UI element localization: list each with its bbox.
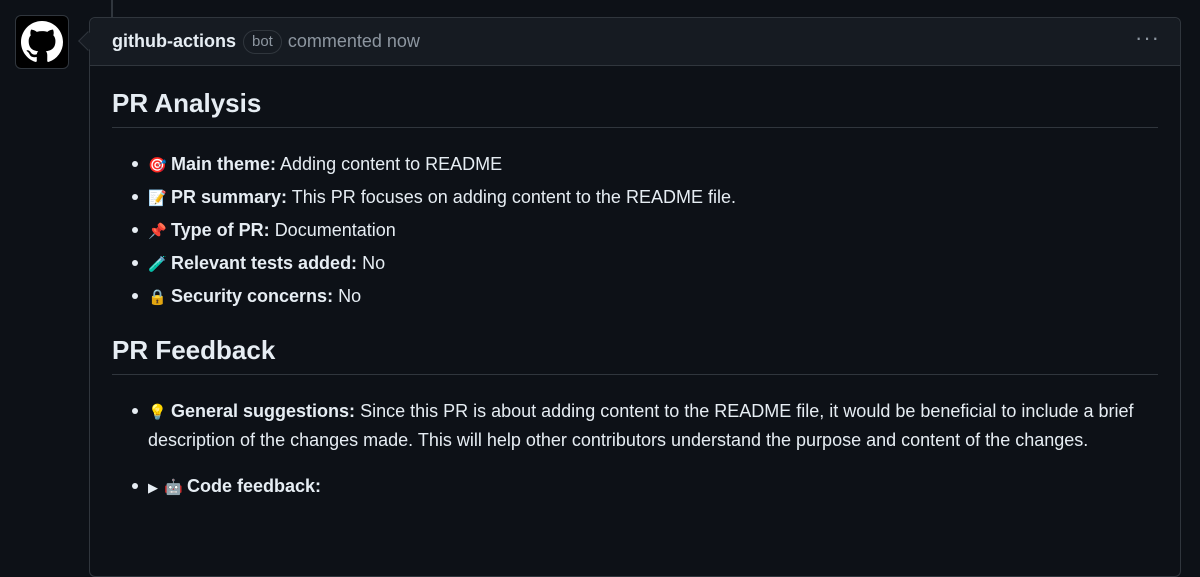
test-tube-icon: 🧪 (148, 255, 167, 273)
list-item: 🧪 Relevant tests added: No (112, 247, 1158, 280)
item-value: Documentation (274, 220, 396, 240)
target-icon: 🎯 (148, 156, 167, 174)
avatar[interactable] (15, 15, 69, 69)
lock-icon: 🔒 (148, 288, 167, 306)
light-bulb-icon: 💡 (148, 403, 167, 421)
list-item: 🎯 Main theme: Adding content to README (112, 148, 1158, 181)
item-value: No (338, 286, 362, 306)
item-label: Code feedback: (187, 476, 322, 496)
comment-body: PR Analysis 🎯 Main theme: Adding content … (90, 66, 1180, 503)
comment-timestamp[interactable]: commented now (288, 31, 420, 52)
item-value: This PR focuses on adding content to the… (291, 187, 736, 207)
item-value: No (362, 253, 386, 273)
list-item: 💡 General suggestions: Since this PR is a… (112, 397, 1158, 454)
memo-icon: 📝 (148, 189, 167, 207)
list-item: 📌 Type of PR: Documentation (112, 214, 1158, 247)
disclosure-triangle-icon[interactable]: ▶ (148, 475, 158, 503)
bot-badge: bot (243, 29, 282, 54)
comment-box: github-actions bot commented now ··· PR … (89, 17, 1181, 577)
code-feedback-summary[interactable]: ▶ 🤖 Code feedback: (112, 472, 1158, 503)
robot-icon: 🤖 (164, 478, 183, 496)
comment-header: github-actions bot commented now ··· (90, 18, 1180, 66)
author-link[interactable]: github-actions (112, 31, 236, 52)
item-label: PR summary: (171, 187, 288, 207)
list-item: 🔒 Security concerns: No (112, 280, 1158, 313)
timeline-connector (111, 0, 113, 17)
pushpin-icon: 📌 (148, 222, 167, 240)
analysis-list: 🎯 Main theme: Adding content to README 📝 P… (112, 148, 1158, 313)
analysis-heading: PR Analysis (112, 66, 1158, 128)
feedback-heading: PR Feedback (112, 313, 1158, 375)
github-logo-icon (21, 21, 63, 62)
item-value: Adding content to README (280, 154, 503, 174)
feedback-list: 💡 General suggestions: Since this PR is a… (112, 397, 1158, 503)
item-label: Type of PR: (171, 220, 270, 240)
item-label: Relevant tests added: (171, 253, 358, 273)
list-item: 📝 PR summary: This PR focuses on adding c… (112, 181, 1158, 214)
item-label: Main theme: (171, 154, 277, 174)
more-options-button[interactable]: ··· (1135, 26, 1160, 57)
item-label: Security concerns: (171, 286, 334, 306)
item-label: General suggestions: (171, 401, 356, 421)
